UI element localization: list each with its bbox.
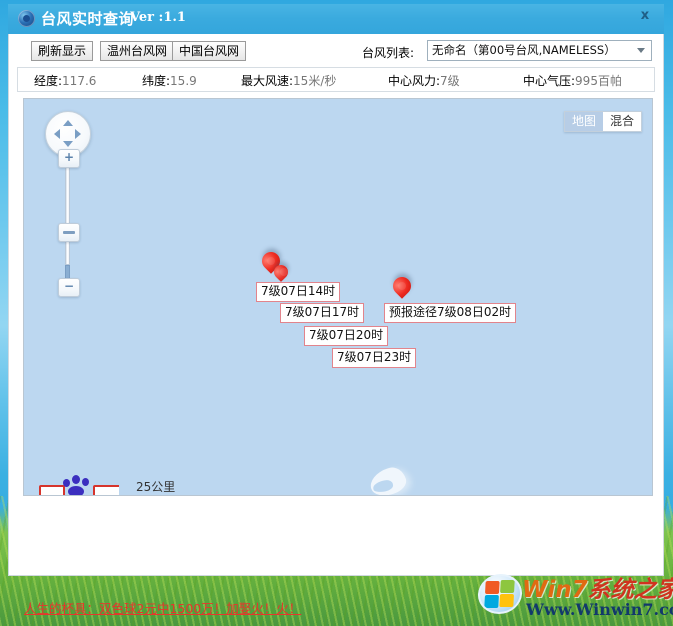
app-version-label: Ver :1.1 — [130, 10, 186, 25]
landmass-shape — [366, 464, 410, 495]
zoom-slider-track[interactable] — [65, 165, 70, 265]
latitude-label: 纬度: — [142, 74, 171, 88]
typhoon-list-label: 台风列表: — [362, 46, 415, 60]
toolbar: 刷新显示 温州台风网 中国台风网 台风列表: 无命名（第00号台风,NAMELE… — [9, 34, 663, 64]
zoom-in-button[interactable]: + — [58, 149, 80, 168]
application-window: 台风实时查询 Ver :1.1 x 刷新显示 温州台风网 中国台风网 台风列表:… — [8, 4, 664, 592]
longitude-value: 117.6 — [62, 74, 97, 88]
promo-link[interactable]: 人生的杯具：双色球2元中1500万！加娶火！火！ — [24, 598, 301, 617]
slider-grip-icon — [63, 231, 75, 234]
typhoon-list-selected-value: 无命名（第00号台风,NAMELESS） — [432, 43, 616, 57]
typhoon-list-select[interactable]: 无命名（第00号台风,NAMELESS） — [427, 40, 652, 61]
track-label[interactable]: 7级07日20时 — [304, 326, 389, 346]
zoom-slider-handle[interactable] — [58, 223, 80, 242]
window-bottom-area — [9, 502, 663, 574]
center-pressure-field: 中心气压:995百帕 — [523, 72, 622, 89]
china-typhoon-site-button[interactable]: 中国台风网 — [172, 41, 247, 61]
track-label[interactable]: 预报途径7级08日02时 — [384, 303, 517, 323]
latitude-value: 15.9 — [170, 74, 197, 88]
max-wind-speed-label: 最大风速: — [241, 74, 294, 88]
page-title: 台风实时查询 — [41, 10, 135, 28]
center-pressure-value: 995百帕 — [575, 74, 622, 88]
baidu-logo-icon — [37, 473, 119, 495]
longitude-field: 经度:117.6 — [34, 72, 96, 89]
map-canvas[interactable]: + − 地图 混合 7级07日14时 7级07日17时 7级07日20时 7级0… — [23, 98, 653, 496]
close-icon[interactable]: x — [634, 7, 656, 25]
max-wind-speed-field: 最大风速:15米/秒 — [241, 72, 336, 89]
center-wind-force-field: 中心风力:7级 — [388, 72, 460, 89]
wenzhou-typhoon-site-button[interactable]: 温州台风网 — [100, 41, 175, 61]
site-watermark: Win7系统之家 Www.Winwin7.com — [476, 568, 673, 622]
watermark-brand: Win7系统之家 — [522, 570, 673, 604]
title-bar: 台风实时查询 Ver :1.1 x — [8, 4, 664, 34]
pan-left-icon[interactable] — [54, 129, 60, 139]
pan-down-icon[interactable] — [63, 141, 73, 147]
baidu-word-right — [93, 485, 119, 495]
zoom-out-label: − — [63, 279, 75, 293]
watermark-url: Www.Winwin7.com — [526, 600, 673, 619]
pan-up-icon[interactable] — [63, 120, 73, 126]
center-wind-force-value: 7级 — [440, 74, 460, 88]
latitude-field: 纬度:15.9 — [142, 72, 197, 89]
pan-right-icon[interactable] — [75, 129, 81, 139]
track-label[interactable]: 7级07日17时 — [280, 303, 365, 323]
baidu-paw-icon — [63, 475, 93, 495]
max-wind-speed-value: 15米/秒 — [293, 74, 337, 88]
map-type-button-hybrid[interactable]: 混合 — [602, 112, 641, 131]
center-pressure-label: 中心气压: — [523, 74, 576, 88]
baidu-word-left — [39, 485, 65, 495]
marker-forecast[interactable] — [389, 273, 415, 299]
map-scale-label: 25公里 — [136, 480, 176, 494]
windows-logo-icon — [476, 574, 524, 614]
map-type-switcher: 地图 混合 — [563, 111, 642, 132]
track-label[interactable]: 7级07日23时 — [332, 348, 417, 368]
typhoon-info-bar: 经度:117.6 纬度:15.9 最大风速:15米/秒 中心风力:7级 中心气压… — [17, 67, 655, 92]
center-wind-force-label: 中心风力: — [388, 74, 441, 88]
window-body: 刷新显示 温州台风网 中国台风网 台风列表: 无命名（第00号台风,NAMELE… — [8, 34, 664, 576]
map-type-button-map[interactable]: 地图 — [564, 112, 603, 131]
typhoon-icon — [18, 10, 35, 27]
longitude-label: 经度: — [34, 74, 63, 88]
refresh-display-button[interactable]: 刷新显示 — [31, 41, 94, 61]
zoom-out-button[interactable]: − — [58, 278, 80, 297]
chevron-down-icon — [637, 48, 645, 53]
track-label[interactable]: 7级07日14时 — [256, 282, 341, 302]
zoom-in-label: + — [63, 150, 75, 164]
